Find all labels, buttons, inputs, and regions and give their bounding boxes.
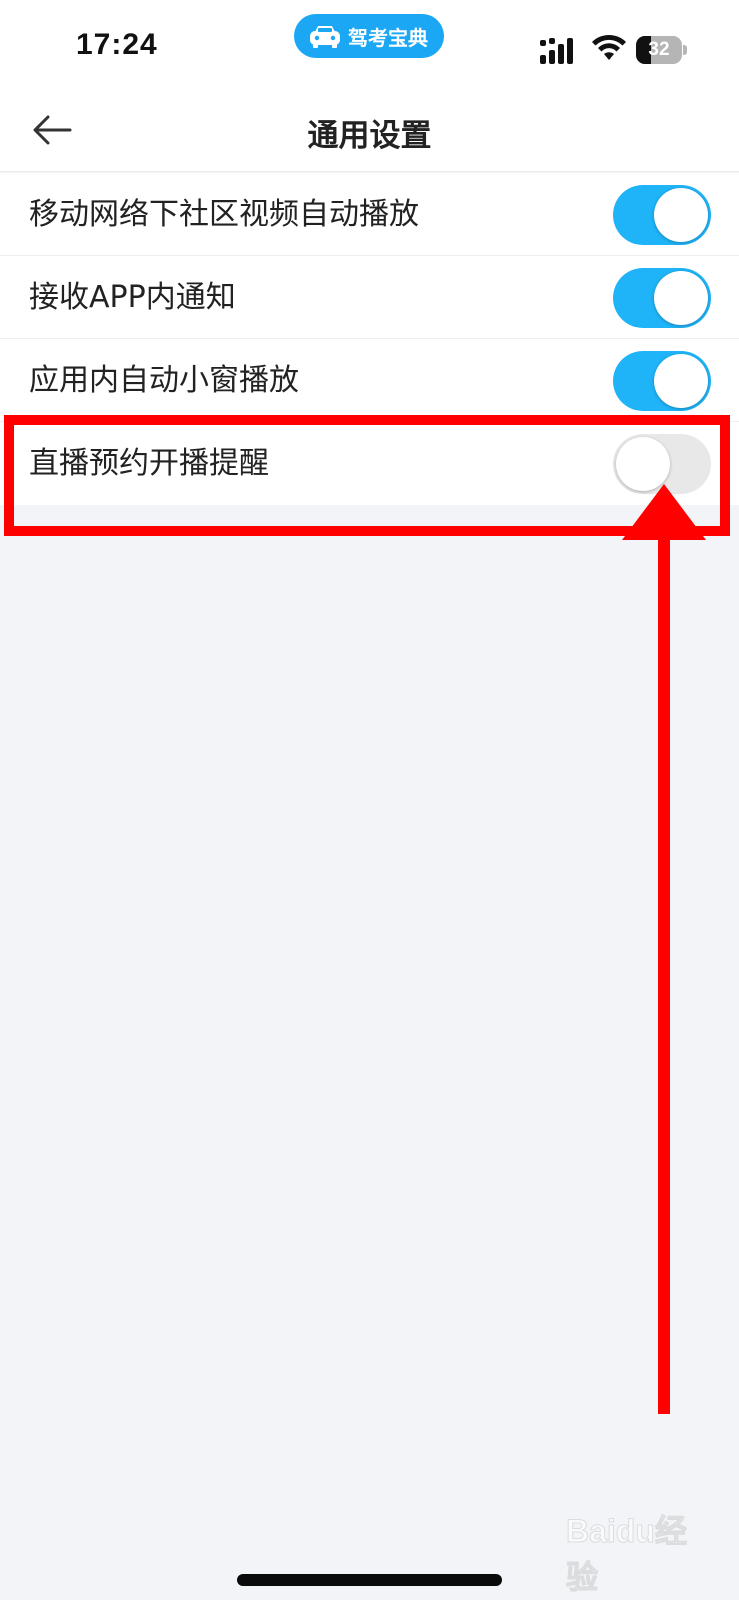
in-app-notifications-toggle[interactable] [613, 268, 711, 328]
page-title: 通用设置 [307, 118, 432, 154]
battery-percent: 32 [648, 39, 670, 60]
status-time: 17:24 [76, 28, 158, 61]
car-icon [310, 26, 340, 48]
home-indicator[interactable] [237, 1574, 502, 1586]
setting-label: 移动网络下社区视频自动播放 [29, 197, 419, 232]
nav-bar: 通用设置 [0, 92, 739, 172]
app-name: 驾考宝典 [348, 25, 428, 50]
toggle-knob [654, 354, 708, 408]
baidu-watermark: Baidu经验 [566, 1506, 706, 1596]
mini-window-autoplay-toggle[interactable] [613, 351, 711, 411]
setting-row-mini-window-autoplay: 应用内自动小窗播放 [0, 339, 739, 422]
battery-icon: 32 [636, 36, 688, 64]
setting-row-in-app-notifications: 接收APP内通知 [0, 256, 739, 339]
setting-label: 应用内自动小窗播放 [29, 363, 299, 398]
toggle-knob [654, 271, 708, 325]
community-video-autoplay-toggle[interactable] [613, 185, 711, 245]
toggle-knob [654, 188, 708, 242]
status-bar: 17:24 驾考宝典 32 [0, 0, 739, 92]
signal-icon [540, 38, 573, 64]
annotation-up-arrow [622, 484, 706, 1414]
setting-label: 接收APP内通知 [29, 280, 236, 315]
app-indicator-pill[interactable]: 驾考宝典 [294, 14, 444, 58]
watermark-text: Baidu经验 [566, 1513, 688, 1596]
setting-row-community-video-autoplay: 移动网络下社区视频自动播放 [0, 173, 739, 256]
wifi-icon [592, 34, 626, 60]
